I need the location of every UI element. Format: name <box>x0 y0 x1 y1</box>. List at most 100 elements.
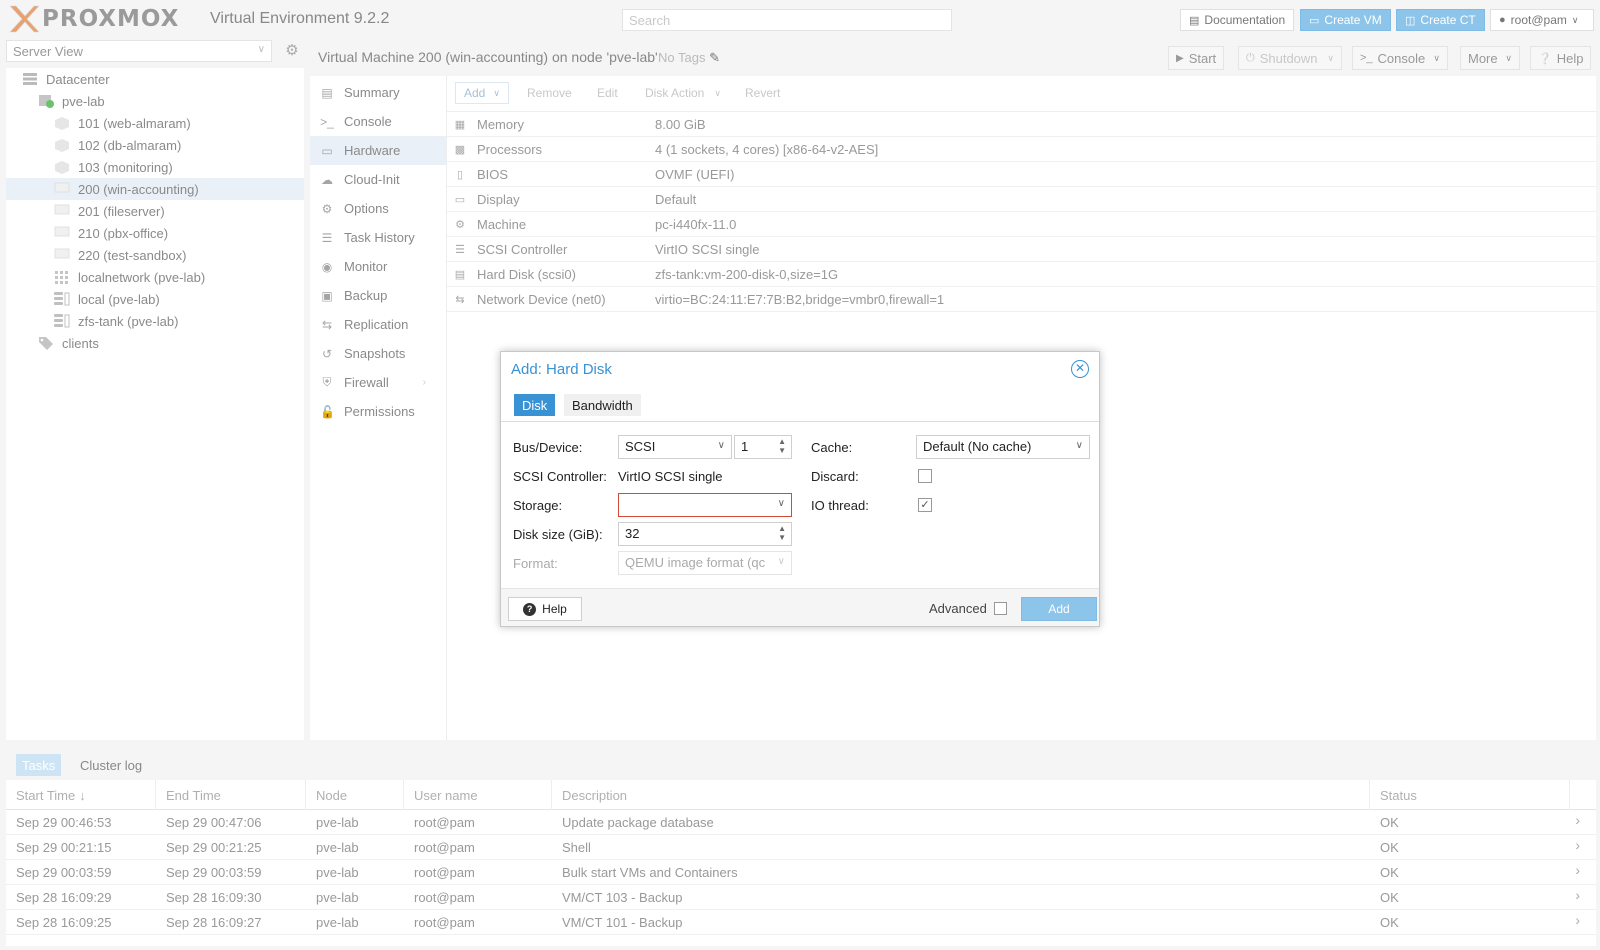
create-vm-button[interactable]: ▭ Create VM <box>1300 9 1391 31</box>
nav-console[interactable]: >_ Console <box>310 107 446 136</box>
table-row[interactable]: Sep 29 00:21:15 Sep 29 00:21:25 pve-lab … <box>6 835 1596 860</box>
tasks-table-header: Start Time ↓ End Time Node User name Desc… <box>6 780 1596 810</box>
column-node[interactable]: Node <box>306 780 404 810</box>
cache-select[interactable]: Default (No cache) ∨ <box>916 435 1090 459</box>
io-thread-checkbox[interactable]: ✓ <box>918 498 932 512</box>
sort-down-icon: ↓ <box>79 787 86 803</box>
nav-snapshots[interactable]: ↺ Snapshots <box>310 339 446 368</box>
tree-item-102[interactable]: 102 (db-almaram) <box>6 134 304 156</box>
user-menu-button[interactable]: ● root@pam ∨ <box>1490 9 1594 31</box>
chevron-right-icon[interactable]: › <box>1575 812 1580 828</box>
table-row[interactable]: Sep 29 00:03:59 Sep 29 00:03:59 pve-lab … <box>6 860 1596 885</box>
tree-item-210[interactable]: 210 (pbx-office) <box>6 222 304 244</box>
device-value: 1 <box>741 439 749 454</box>
column-status[interactable]: Status <box>1370 780 1570 810</box>
help-button[interactable]: ❔ Help <box>1530 46 1592 70</box>
column-start-time[interactable]: Start Time ↓ <box>6 780 156 810</box>
hardware-row-network-device[interactable]: ⇆ Network Device (net0) virtio=BC:24:11:… <box>447 287 1597 312</box>
cell-status: OK <box>1380 815 1399 830</box>
nav-firewall[interactable]: ⛨ Firewall › <box>310 368 446 397</box>
search-input[interactable]: Search <box>622 9 952 31</box>
tree-item-101[interactable]: 101 (web-almaram) <box>6 112 304 134</box>
hardware-row-bios[interactable]: ▯ BIOS OVMF (UEFI) <box>447 162 1597 187</box>
help-button[interactable]: ? Help <box>508 597 582 621</box>
hardware-row-scsi-controller[interactable]: ☰ SCSI Controller VirtIO SCSI single <box>447 237 1597 262</box>
close-icon[interactable]: ✕ <box>1071 360 1089 378</box>
hardware-row-memory[interactable]: ▦ Memory 8.00 GiB <box>447 112 1597 137</box>
tree-item-201[interactable]: 201 (fileserver) <box>6 200 304 222</box>
cell-start: Sep 28 16:09:25 <box>16 915 112 930</box>
advanced-checkbox[interactable] <box>994 602 1008 615</box>
table-row[interactable]: Sep 28 16:09:25 Sep 28 16:09:27 pve-lab … <box>6 910 1596 935</box>
hardware-row-hard-disk[interactable]: ▤ Hard Disk (scsi0) zfs-tank:vm-200-disk… <box>447 262 1597 287</box>
chevron-right-icon[interactable]: › <box>1575 837 1580 853</box>
disk-action-button[interactable]: Disk Action ∨ <box>637 82 729 104</box>
create-ct-button[interactable]: ◫ Create CT <box>1396 9 1485 31</box>
chevron-right-icon[interactable]: › <box>1575 887 1580 903</box>
console-button[interactable]: >_ Console ∨ <box>1352 46 1448 70</box>
shutdown-button[interactable]: ⏻ Shutdown ∨ <box>1238 46 1342 70</box>
disk-size-value: 32 <box>625 526 640 541</box>
storage-select[interactable]: ∨ <box>618 493 792 517</box>
column-description[interactable]: Description <box>552 780 1370 810</box>
proxmox-logo[interactable]: PROXMOX <box>8 4 179 34</box>
nav-task-history[interactable]: ☰ Task History <box>310 223 446 252</box>
book-icon: ▤ <box>1189 14 1200 27</box>
add-button[interactable]: Add ∨ <box>455 82 509 104</box>
hardware-row-processors[interactable]: ▩ Processors 4 (1 sockets, 4 cores) [x86… <box>447 137 1597 162</box>
format-select[interactable]: QEMU image format (qc ∨ <box>618 551 792 575</box>
tree-item-220[interactable]: 220 (test-sandbox) <box>6 244 304 266</box>
nav-label: Firewall <box>344 375 389 390</box>
nav-monitor[interactable]: ◉ Monitor <box>310 252 446 281</box>
nav-hardware[interactable]: ▭ Hardware <box>310 136 446 165</box>
hardware-row-display[interactable]: ▭ Display Default <box>447 187 1597 212</box>
table-row[interactable]: Sep 28 16:09:29 Sep 28 16:09:30 pve-lab … <box>6 885 1596 910</box>
advanced-label: Advanced <box>929 601 987 616</box>
nav-permissions[interactable]: 🔓 Permissions <box>310 397 446 426</box>
tab-bandwidth[interactable]: Bandwidth <box>564 394 641 416</box>
revert-button[interactable]: Revert <box>737 82 788 104</box>
nav-options[interactable]: ⚙ Options <box>310 194 446 223</box>
chevron-right-icon[interactable]: › <box>1575 912 1580 928</box>
nav-cloud-init[interactable]: ☁ Cloud-Init <box>310 165 446 194</box>
more-button[interactable]: More ∨ <box>1460 46 1520 70</box>
table-row[interactable]: Sep 29 00:46:53 Sep 29 00:47:06 pve-lab … <box>6 810 1596 835</box>
tree-item-200[interactable]: 200 (win-accounting) <box>6 178 304 200</box>
tags-editor[interactable]: No Tags ✎ <box>658 50 720 66</box>
tree-item-pve-lab[interactable]: pve-lab <box>6 90 304 112</box>
add-button[interactable]: Add <box>1021 597 1097 621</box>
documentation-button[interactable]: ▤ Documentation <box>1180 9 1295 31</box>
advanced-toggle[interactable]: Advanced <box>929 601 1008 616</box>
tree-item-zfs-tank[interactable]: zfs-tank (pve-lab) <box>6 310 304 332</box>
view-selector[interactable]: Server View ∨ <box>6 40 272 62</box>
tab-tasks[interactable]: Tasks <box>16 754 62 776</box>
column-end-time[interactable]: End Time <box>156 780 306 810</box>
remove-button[interactable]: Remove <box>519 82 580 104</box>
tree-item-local-storage[interactable]: local (pve-lab) <box>6 288 304 310</box>
tree-item-clients[interactable]: clients <box>6 332 304 354</box>
chevron-right-icon[interactable]: › <box>1575 862 1580 878</box>
device-number-input[interactable]: 1 ▲ ▼ <box>734 435 792 459</box>
spinner-icon[interactable]: ▲ ▼ <box>778 437 786 455</box>
tree-item-localnetwork[interactable]: localnetwork (pve-lab) <box>6 266 304 288</box>
column-user-name[interactable]: User name <box>404 780 552 810</box>
bus-select[interactable]: SCSI ∨ <box>618 435 732 459</box>
cell-description: VM/CT 103 - Backup <box>562 890 683 905</box>
edit-button[interactable]: Edit <box>589 82 626 104</box>
tab-cluster-log[interactable]: Cluster log <box>74 754 148 776</box>
spinner-icon[interactable]: ▲ ▼ <box>778 524 786 542</box>
nav-replication[interactable]: ⇆ Replication <box>310 310 446 339</box>
nav-summary[interactable]: ▤ Summary <box>310 78 446 107</box>
question-icon: ? <box>523 602 537 616</box>
tree-item-datacenter[interactable]: Datacenter <box>6 68 304 90</box>
tree-item-103[interactable]: 103 (monitoring) <box>6 156 304 178</box>
gear-icon[interactable]: ⚙ <box>280 40 304 62</box>
hardware-row-machine[interactable]: ⚙ Machine pc-i440fx-11.0 <box>447 212 1597 237</box>
tab-disk[interactable]: Disk <box>514 394 556 416</box>
tree-item-label: 200 (win-accounting) <box>78 181 199 197</box>
nav-backup[interactable]: ▣ Backup <box>310 281 446 310</box>
cell-start: Sep 28 16:09:29 <box>16 890 112 905</box>
discard-checkbox[interactable] <box>918 469 932 483</box>
disk-size-input[interactable]: 32 ▲ ▼ <box>618 522 792 546</box>
start-button[interactable]: ▶ Start <box>1168 46 1225 70</box>
